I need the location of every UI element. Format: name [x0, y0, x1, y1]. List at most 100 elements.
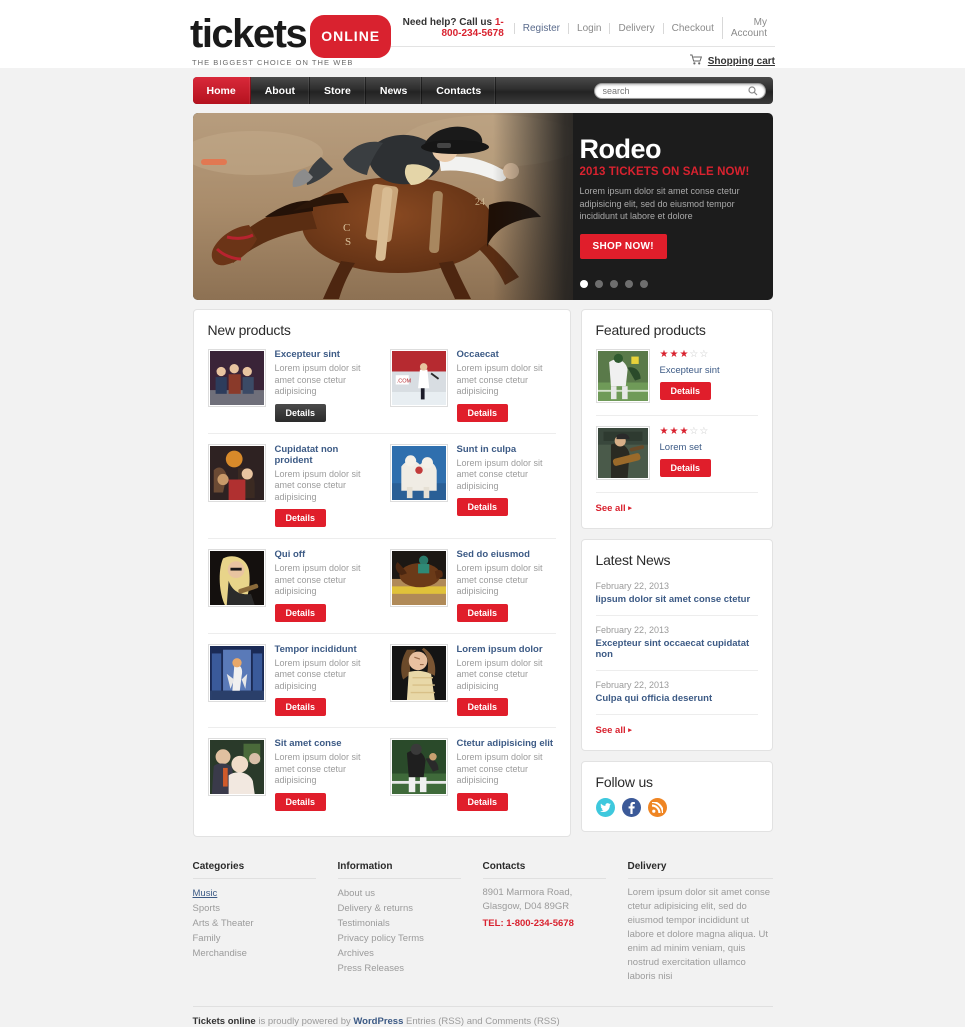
- product-card[interactable]: Excepteur sint Lorem ipsum dolor sit ame…: [207, 349, 382, 434]
- footer-link-arts-theater[interactable]: Arts & Theater: [193, 916, 316, 931]
- product-name[interactable]: Cupidatat non proident: [275, 444, 372, 466]
- product-card[interactable]: Lorem ipsum dolor Lorem ipsum dolor sit …: [381, 634, 556, 728]
- link-checkout[interactable]: Checkout: [662, 22, 722, 34]
- product-card[interactable]: Cupidatat non proident Lorem ipsum dolor…: [207, 434, 382, 539]
- details-button[interactable]: Details: [274, 792, 327, 811]
- product-card[interactable]: Sit amet conse Lorem ipsum dolor sit ame…: [207, 728, 382, 822]
- hero-description: Lorem ipsum dolor sit amet conse ctetur …: [579, 186, 740, 221]
- search-icon[interactable]: [748, 85, 759, 96]
- details-button[interactable]: Details: [456, 698, 509, 716]
- footer-link-family[interactable]: Family: [193, 931, 316, 946]
- link-register[interactable]: Register: [513, 22, 568, 34]
- search-input[interactable]: [600, 84, 748, 97]
- footer-link-sports[interactable]: Sports: [193, 901, 316, 916]
- product-card[interactable]: Sed do eiusmod Lorem ipsum dolor sit ame…: [381, 539, 556, 634]
- product-name[interactable]: Lorem set: [660, 442, 712, 453]
- footer-address: 8901 Marmora Road, Glasgow, D04 89GR: [482, 886, 573, 912]
- product-card[interactable]: Sunt in culpa Lorem ipsum dolor sit amet…: [381, 434, 556, 539]
- details-button[interactable]: Details: [456, 603, 509, 622]
- details-button[interactable]: Details: [659, 382, 712, 400]
- rss-icon[interactable]: [647, 798, 667, 817]
- details-button[interactable]: Details: [274, 603, 327, 622]
- product-name[interactable]: Excepteur sint: [660, 365, 720, 376]
- featured-product-card[interactable]: ★★★☆☆ Lorem set Details: [595, 416, 758, 493]
- footer-link-merchandise[interactable]: Merchandise: [193, 946, 316, 961]
- new-products-title: New products: [207, 322, 291, 338]
- footer-link-privacy-policy[interactable]: Privacy policy Terms: [338, 931, 461, 946]
- twitter-icon[interactable]: [595, 798, 615, 817]
- nav-item-contacts[interactable]: Contacts: [422, 77, 497, 104]
- footer-link-about-us[interactable]: About us: [338, 886, 461, 901]
- shopping-cart-button[interactable]: Shopping cart: [391, 54, 775, 68]
- details-button[interactable]: Details: [274, 509, 327, 527]
- product-card[interactable]: Ctetur adipisicing elit Lorem ipsum dolo…: [382, 728, 556, 822]
- carousel-dot-4[interactable]: [624, 280, 633, 288]
- carousel-dot-3[interactable]: [609, 280, 618, 288]
- news-headline[interactable]: Iipsum dolor sit amet conse ctetur: [596, 594, 758, 605]
- product-card[interactable]: Qui off Lorem ipsum dolor sit amet conse…: [207, 539, 382, 634]
- news-headline[interactable]: Excepteur sint occaecat cupidatat non: [596, 638, 758, 660]
- nav-item-home[interactable]: Home: [192, 77, 251, 104]
- latest-news-panel: Latest News February 22, 2013 Iipsum dol…: [580, 539, 773, 751]
- footer-contacts: Contacts 8901 Marmora Road, Glasgow, D04…: [482, 860, 628, 984]
- facebook-icon[interactable]: [621, 798, 641, 817]
- product-name[interactable]: Qui off: [275, 549, 372, 560]
- nav-item-news[interactable]: News: [366, 77, 423, 104]
- footer-delivery-title: Delivery: [627, 860, 667, 872]
- site-tagline: THE BIGGEST CHOICE ON THE WEB: [192, 58, 354, 67]
- link-login[interactable]: Login: [568, 22, 609, 34]
- product-thumbnail: [595, 349, 650, 403]
- site-logo[interactable]: tickets ONLINE THE BIGGEST CHOICE ON THE…: [190, 11, 392, 67]
- product-name[interactable]: Excepteur sint: [275, 349, 372, 360]
- details-button[interactable]: Details: [274, 698, 327, 716]
- product-name[interactable]: Lorem ipsum dolor: [457, 644, 556, 655]
- nav-item-about[interactable]: About: [251, 77, 311, 104]
- news-headline[interactable]: Culpa qui officia deserunt: [596, 693, 758, 704]
- shop-now-button[interactable]: SHOP NOW!: [579, 233, 667, 259]
- product-name[interactable]: Sit amet conse: [275, 738, 372, 749]
- carousel-dot-5[interactable]: [639, 280, 648, 288]
- footer-link-testimonials[interactable]: Testimonials: [338, 916, 461, 931]
- details-button[interactable]: Details: [659, 459, 712, 477]
- details-button[interactable]: Details: [456, 403, 509, 422]
- product-card[interactable]: Tempor incididunt Lorem ipsum dolor sit …: [207, 634, 382, 728]
- social-links: [595, 798, 758, 817]
- wordpress-link[interactable]: WordPress: [353, 1016, 403, 1027]
- footer-link-delivery-returns[interactable]: Delivery & returns: [338, 901, 461, 916]
- product-thumbnail: [389, 643, 448, 702]
- details-button[interactable]: Details: [456, 792, 509, 811]
- logo-text: tickets: [190, 11, 308, 56]
- details-button[interactable]: Details: [274, 403, 327, 422]
- new-products-column: New products Excepteur sint Lorem ipsum …: [192, 309, 571, 837]
- main-nav: Home About Store News Contacts: [192, 77, 773, 104]
- featured-product-card[interactable]: ★★★☆☆ Excepteur sint Details: [595, 349, 758, 416]
- search-box[interactable]: [593, 82, 766, 99]
- product-name[interactable]: Tempor incididunt: [275, 644, 372, 655]
- hero-caption: Rodeo 2013 TICKETS ON SALE NOW! Lorem ip…: [568, 113, 773, 300]
- product-name[interactable]: Ctetur adipisicing elit: [457, 738, 556, 749]
- product-description: Lorem ipsum dolor sit amet conse ctetur …: [274, 363, 361, 396]
- follow-us-panel: Follow us: [580, 761, 773, 832]
- link-my-account[interactable]: My Account: [721, 17, 775, 39]
- footer-link-music[interactable]: Music: [193, 886, 316, 901]
- product-name[interactable]: Sed do eiusmod: [457, 549, 556, 560]
- sidebar: Featured products ★★★☆☆ Excepteur sint D…: [580, 309, 773, 832]
- product-name[interactable]: Occaecat: [457, 349, 556, 360]
- carousel-dot-2[interactable]: [594, 280, 603, 288]
- footer-contacts-title: Contacts: [482, 860, 526, 872]
- product-name[interactable]: Sunt in culpa: [457, 444, 556, 455]
- nav-item-store[interactable]: Store: [310, 77, 366, 104]
- featured-see-all-link[interactable]: See all ▸: [596, 493, 632, 514]
- news-item[interactable]: February 22, 2013 Excepteur sint occaeca…: [595, 616, 758, 671]
- link-delivery[interactable]: Delivery: [609, 22, 662, 34]
- carousel-dot-1[interactable]: [579, 280, 588, 288]
- news-see-all-link[interactable]: See all ▸: [596, 715, 632, 736]
- footer-link-archives[interactable]: Archives: [338, 946, 461, 961]
- details-button[interactable]: Details: [456, 498, 509, 516]
- news-item[interactable]: February 22, 2013 Culpa qui officia dese…: [595, 671, 758, 715]
- product-description: Lorem ipsum dolor sit amet conse ctetur …: [456, 657, 543, 691]
- product-card[interactable]: .COM Occaecat Lorem ipsum dolor sit amet…: [381, 349, 556, 434]
- news-item[interactable]: February 22, 2013 Iipsum dolor sit amet …: [595, 579, 758, 616]
- need-help-text: Need help? Call us 1-800-234-5678: [391, 17, 504, 39]
- star-filled: ★: [669, 349, 680, 360]
